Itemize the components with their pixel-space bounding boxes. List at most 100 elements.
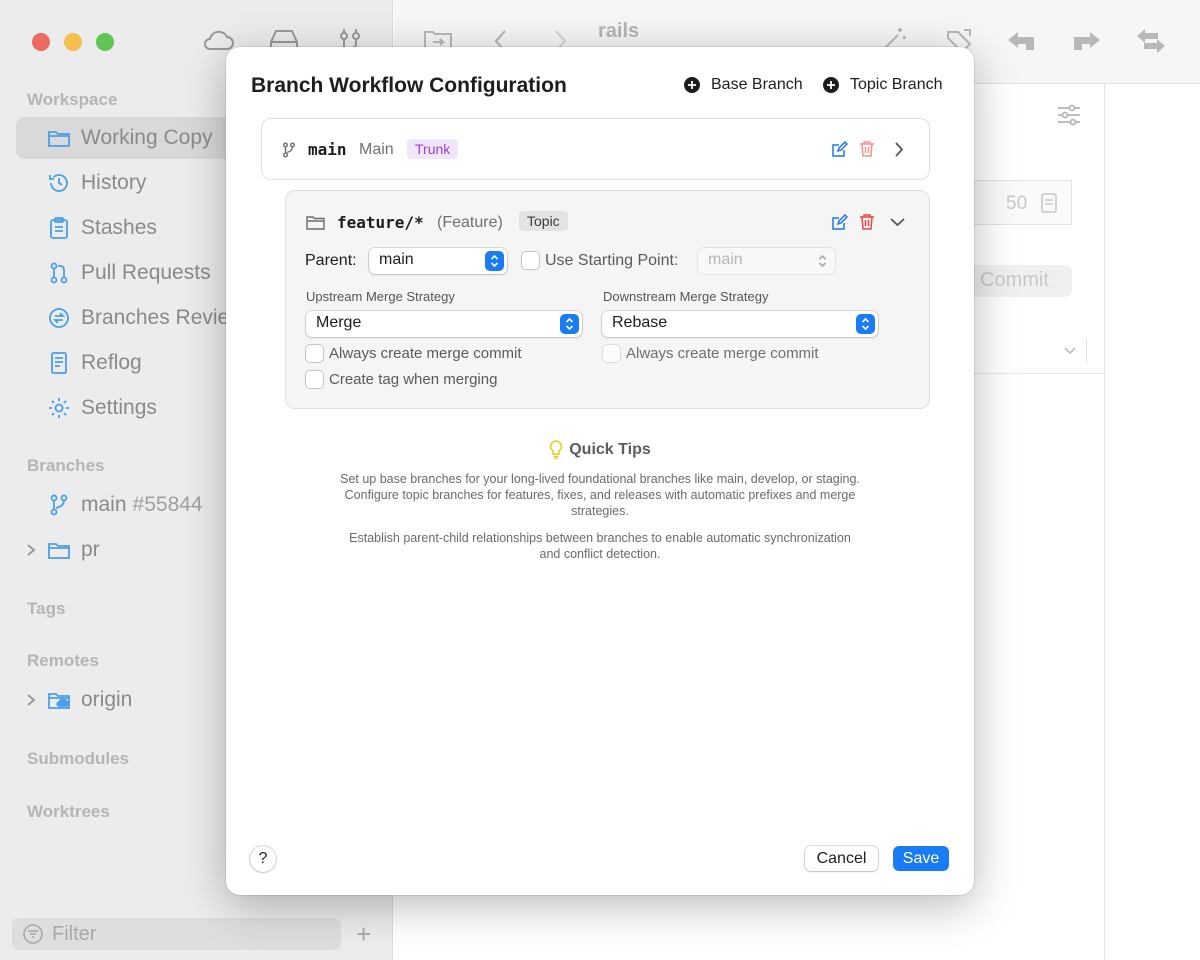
sidebar-item-label: pr: [81, 538, 100, 561]
upstream-strategy-header: Upstream Merge Strategy: [306, 289, 455, 304]
add-button[interactable]: +: [356, 921, 371, 947]
sidebar-item-label: Branches Revie: [81, 306, 230, 329]
branch-pr-number: #55844: [132, 493, 203, 516]
chevron-down-icon: [1062, 344, 1078, 358]
save-button[interactable]: Save: [893, 846, 949, 871]
branch-icon: [46, 492, 72, 518]
help-button[interactable]: ?: [250, 846, 276, 872]
sidebar-item-label: Stashes: [81, 216, 157, 239]
gear-icon: [46, 395, 72, 421]
lightbulb-icon: [549, 440, 563, 460]
parent-label: Parent:: [305, 252, 357, 269]
chevron-right-icon[interactable]: [893, 141, 905, 158]
add-topic-branch-label: Topic Branch: [850, 76, 943, 93]
divider: [972, 373, 1105, 374]
sidebar-item-label: History: [81, 171, 147, 194]
trash-icon[interactable]: [859, 213, 875, 231]
plus-circle-icon: [684, 77, 700, 93]
quick-tips-label: Quick Tips: [569, 441, 651, 458]
sync-icon[interactable]: [1134, 26, 1168, 56]
divider: [1104, 84, 1105, 960]
chevron-right-icon[interactable]: [24, 692, 38, 708]
quick-tips-title: Quick Tips: [226, 440, 974, 460]
starting-point-select[interactable]: main: [698, 248, 835, 274]
downstream-strategy-value: Rebase: [612, 314, 668, 331]
trash-icon[interactable]: [859, 140, 875, 158]
branch-workflow-dialog: Branch Workflow Configuration Base Branc…: [226, 47, 974, 895]
upstream-merge-commit-label: Always create merge commit: [329, 345, 522, 362]
parent-select-value: main: [379, 251, 414, 268]
background-count-value: 50: [1006, 193, 1028, 214]
create-tag-checkbox[interactable]: [306, 371, 323, 388]
create-tag-label: Create tag when merging: [329, 371, 498, 388]
pull-request-icon: [46, 260, 72, 286]
updown-chevron-icon: [485, 251, 504, 271]
minimize-window-button[interactable]: [64, 33, 82, 51]
trunk-badge: Trunk: [407, 139, 459, 159]
branch-name: main: [308, 140, 347, 159]
branch-review-icon: [46, 305, 72, 331]
chevron-right-icon[interactable]: [24, 542, 38, 558]
branch-display-name: (Feature): [437, 214, 503, 231]
starting-point-value: main: [708, 251, 743, 268]
background-count-field: 50: [972, 180, 1072, 225]
parent-select[interactable]: main: [369, 248, 507, 274]
plus-circle-icon: [823, 77, 839, 93]
edit-icon[interactable]: [831, 141, 848, 158]
topic-branch-card: feature/* (Feature) Topic Parent: main U…: [285, 190, 930, 409]
downstream-strategy-select[interactable]: Rebase: [602, 311, 878, 337]
sidebar-section-workspace: Workspace: [27, 90, 118, 109]
topic-badge: Topic: [519, 211, 568, 231]
sidebar-item-label: origin: [81, 688, 133, 711]
filter-icon: [22, 923, 44, 945]
branch-pattern: feature/*: [337, 213, 424, 232]
downstream-strategy-header: Downstream Merge Strategy: [603, 289, 769, 304]
use-starting-point-checkbox[interactable]: [522, 252, 539, 269]
upstream-strategy-value: Merge: [316, 314, 362, 331]
close-window-button[interactable]: [32, 33, 50, 51]
sidebar-section-submodules: Submodules: [27, 749, 130, 768]
updown-chevron-icon: [813, 251, 832, 271]
downstream-merge-commit-label: Always create merge commit: [626, 345, 819, 362]
sidebar-item-label: Pull Requests: [81, 261, 211, 284]
add-base-branch-label: Base Branch: [711, 76, 803, 93]
filter-input[interactable]: Filter: [12, 918, 341, 950]
updown-chevron-icon: [560, 314, 579, 334]
add-base-branch-button[interactable]: Base Branch: [684, 76, 803, 94]
pull-icon[interactable]: [1006, 28, 1038, 54]
chevron-down-icon[interactable]: [889, 216, 906, 228]
upstream-strategy-select[interactable]: Merge: [306, 311, 582, 337]
base-branch-card[interactable]: main Main Trunk: [261, 118, 930, 180]
repository-title: rails: [598, 20, 640, 42]
cloud-folder-icon: [46, 687, 72, 713]
push-icon[interactable]: [1070, 28, 1102, 54]
tips-paragraph-1: Set up base branches for your long-lived…: [340, 472, 860, 518]
filter-placeholder: Filter: [52, 922, 97, 945]
folder-icon: [306, 215, 325, 230]
add-topic-branch-button[interactable]: Topic Branch: [823, 76, 943, 94]
tips-paragraph-2: Establish parent-child relationships bet…: [349, 531, 851, 561]
dialog-title: Branch Workflow Configuration: [251, 74, 567, 97]
downstream-merge-commit-checkbox[interactable]: [603, 345, 620, 362]
branch-display-name: Main: [359, 141, 394, 158]
sidebar-section-remotes: Remotes: [27, 651, 99, 670]
background-commit-button: Commit: [972, 265, 1072, 297]
branch-icon: [282, 142, 296, 158]
upstream-merge-commit-checkbox[interactable]: [306, 345, 323, 362]
cancel-button[interactable]: Cancel: [805, 846, 878, 871]
sidebar-section-worktrees: Worktrees: [27, 802, 110, 821]
sidebar-item-label: Reflog: [81, 351, 142, 374]
sidebar-section-tags: Tags: [27, 599, 66, 618]
use-starting-point-label: Use Starting Point:: [545, 252, 679, 269]
folder-icon: [46, 125, 72, 151]
zoom-window-button[interactable]: [96, 33, 114, 51]
updown-chevron-icon: [856, 314, 875, 334]
sidebar-item-label: Settings: [81, 396, 157, 419]
edit-icon[interactable]: [831, 214, 848, 231]
sliders-icon[interactable]: [1056, 102, 1082, 128]
document-icon: [1041, 193, 1057, 213]
divider: [1086, 338, 1087, 364]
folder-icon: [46, 537, 72, 563]
book-icon: [46, 350, 72, 376]
sidebar-section-branches: Branches: [27, 456, 105, 475]
